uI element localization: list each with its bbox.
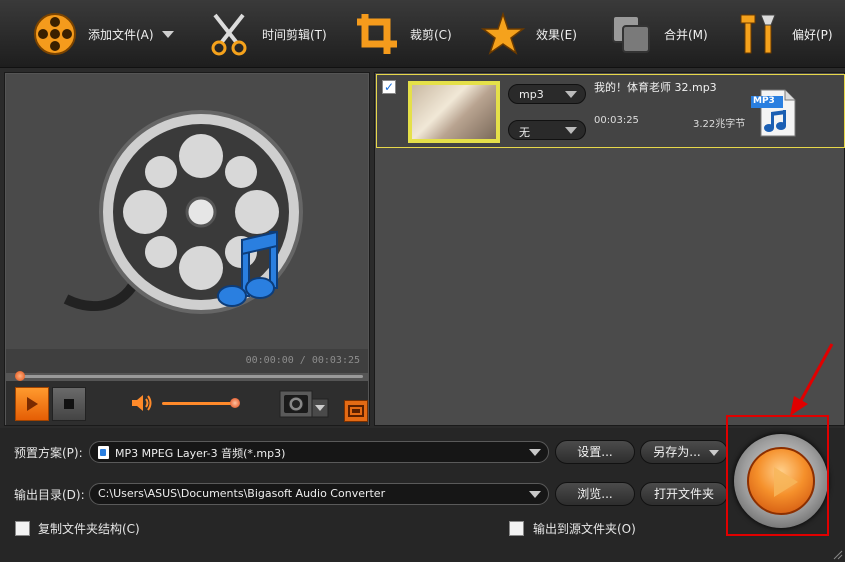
settings-button[interactable]: 设置... — [555, 440, 635, 464]
merge-icon — [606, 9, 656, 59]
subtitle-select[interactable]: 无 — [508, 120, 586, 140]
camera-icon — [279, 390, 329, 418]
merge-label: 合并(M) — [664, 27, 708, 42]
chevron-down-icon — [529, 449, 541, 456]
toolbar: 添加文件(A) 时间剪辑(T) 裁剪(C) 效果(E) 合并(M) 偏好(P) — [0, 0, 845, 68]
preview-panel: 00:00:00 / 00:03:25 — [4, 72, 370, 426]
seek-knob[interactable] — [15, 371, 25, 381]
preset-label: 预置方案(P): — [14, 446, 83, 460]
time-display: 00:00:00 / 00:03:25 — [6, 349, 368, 373]
chevron-down-icon — [529, 491, 541, 498]
play-icon — [27, 397, 38, 411]
output-to-source-label: 输出到源文件夹(O) — [533, 522, 636, 536]
merge-button[interactable]: 合并(M) — [606, 0, 708, 68]
file-list: ✓ mp3 无 我的！体育老师 32.mp3 00:03:25 3.22兆字节 — [374, 72, 845, 426]
file-name: 我的！体育老师 32.mp3 — [594, 81, 717, 94]
annotation-highlight-box — [726, 415, 829, 536]
play-button[interactable] — [15, 387, 49, 421]
preset-combo[interactable]: MP3 MPEG Layer-3 音频(*.mp3) — [89, 441, 549, 463]
film-reel-music-icon — [63, 110, 303, 314]
preset-value: MP3 MPEG Layer-3 音频(*.mp3) — [115, 447, 286, 460]
format-value: mp3 — [519, 88, 544, 101]
chevron-down-icon — [565, 127, 577, 134]
file-duration: 00:03:25 — [594, 115, 639, 126]
output-label: 输出目录(D): — [14, 488, 85, 502]
file-thumbnail — [408, 81, 500, 143]
crop-icon — [352, 9, 402, 59]
preferences-label: 偏好(P) — [792, 27, 833, 42]
effect-button[interactable]: 效果(E) — [478, 0, 577, 68]
output-directory-value: C:\Users\ASUS\Documents\Bigasoft Audio C… — [98, 487, 386, 500]
stop-button[interactable] — [52, 387, 86, 421]
volume-knob[interactable] — [230, 398, 240, 408]
seek-bar[interactable] — [19, 375, 363, 378]
crop-button[interactable]: 裁剪(C) — [352, 0, 452, 68]
preview-video-area — [6, 74, 368, 349]
file-row[interactable]: ✓ mp3 无 我的！体育老师 32.mp3 00:03:25 3.22兆字节 — [376, 74, 845, 148]
save-as-label: 另存为... — [653, 445, 701, 459]
save-as-button[interactable]: 另存为... — [640, 440, 728, 464]
mp3-badge: MP3 — [753, 96, 775, 106]
output-directory-combo[interactable]: C:\Users\ASUS\Documents\Bigasoft Audio C… — [89, 483, 549, 505]
mp3-file-icon: MP3 — [749, 88, 797, 138]
chevron-down-icon — [709, 450, 719, 456]
output-to-source-checkbox[interactable] — [509, 521, 524, 536]
subtitle-value: 无 — [519, 126, 530, 139]
file-size: 3.22兆字节 — [693, 119, 746, 130]
effect-label: 效果(E) — [536, 27, 577, 42]
open-folder-button[interactable]: 打开文件夹 — [640, 482, 728, 506]
stop-icon — [64, 399, 74, 409]
mp3-small-icon — [98, 446, 109, 459]
scissors-icon — [204, 9, 254, 59]
file-checkbox[interactable]: ✓ — [382, 80, 396, 94]
trim-button[interactable]: 时间剪辑(T) — [204, 0, 327, 68]
tools-icon — [734, 9, 784, 59]
playback-controls — [6, 381, 368, 425]
snapshot-button[interactable] — [278, 385, 330, 421]
trim-label: 时间剪辑(T) — [262, 27, 327, 42]
star-icon — [478, 9, 528, 59]
browse-button[interactable]: 浏览... — [555, 482, 635, 506]
fullscreen-icon — [348, 405, 364, 417]
chevron-down-icon — [565, 91, 577, 98]
chevron-down-icon[interactable] — [161, 30, 174, 38]
preferences-button[interactable]: 偏好(P) — [734, 0, 833, 68]
format-select[interactable]: mp3 — [508, 84, 586, 104]
copy-folder-structure-label: 复制文件夹结构(C) — [38, 522, 140, 536]
add-file-label: 添加文件(A) — [88, 27, 154, 42]
fullscreen-button[interactable] — [344, 400, 368, 422]
volume-slider[interactable] — [162, 402, 236, 405]
film-reel-icon — [30, 9, 80, 59]
resize-grip-icon[interactable] — [831, 548, 843, 560]
crop-label: 裁剪(C) — [410, 27, 452, 42]
annotation-arrow-icon — [790, 343, 834, 416]
volume-icon[interactable] — [130, 393, 154, 416]
add-file-button[interactable]: 添加文件(A) — [30, 0, 174, 68]
copy-folder-structure-checkbox[interactable] — [15, 521, 30, 536]
